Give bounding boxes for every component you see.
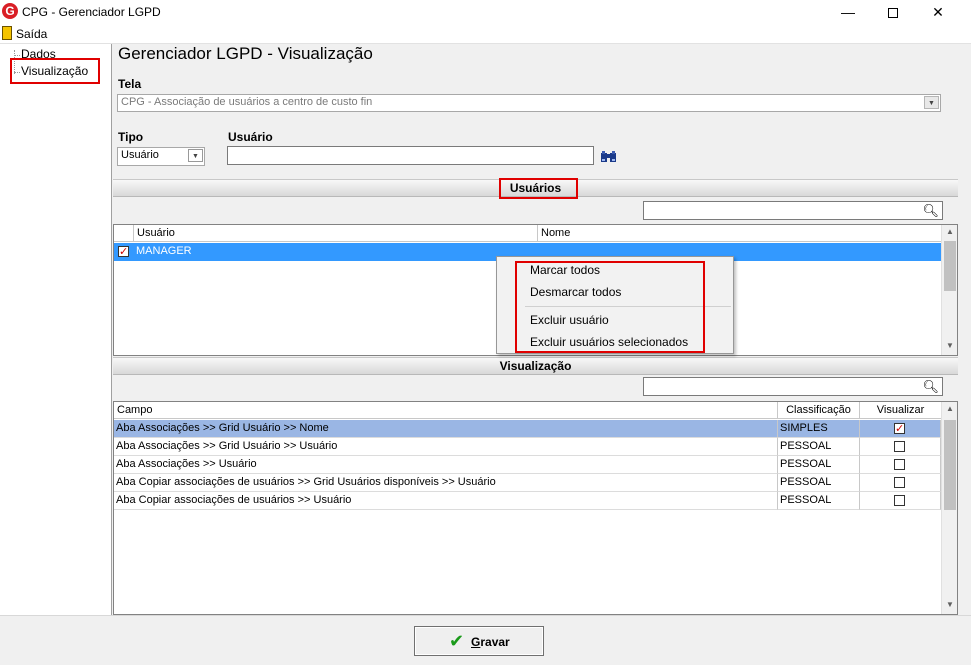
save-accelerator: G bbox=[471, 635, 481, 649]
cell-classificacao: PESSOAL bbox=[778, 438, 860, 456]
maximize-icon bbox=[888, 8, 898, 19]
users-search-input[interactable]: 🔍︎ bbox=[643, 201, 943, 220]
view-col-visualizar[interactable]: Visualizar bbox=[860, 402, 941, 419]
cell-usuario: MANAGER bbox=[134, 243, 538, 261]
tipo-select[interactable]: Usuário ▼ bbox=[117, 147, 205, 166]
users-col-nome[interactable]: Nome bbox=[538, 225, 941, 242]
view-section-title: Visualização bbox=[499, 359, 572, 373]
users-scrollbar[interactable]: ▲ ▼ bbox=[941, 225, 957, 355]
cell-visualizar bbox=[860, 492, 941, 510]
annotation-highlight-box bbox=[515, 261, 705, 353]
exit-door-icon bbox=[2, 26, 12, 40]
users-col-usuario[interactable]: Usuário bbox=[134, 225, 538, 242]
tipo-select-value: Usuário bbox=[121, 149, 159, 161]
tela-label: Tela bbox=[118, 77, 142, 91]
cell-classificacao: SIMPLES bbox=[778, 420, 860, 438]
maximize-button[interactable] bbox=[870, 0, 916, 24]
row-check-cell bbox=[114, 243, 134, 261]
title-bar: G CPG - Gerenciador LGPD — ✕ bbox=[0, 0, 971, 24]
save-button[interactable]: ✔ Gravar bbox=[414, 626, 544, 656]
search-icon[interactable]: 🔍︎ bbox=[922, 379, 939, 395]
scroll-down-icon[interactable]: ▼ bbox=[942, 600, 958, 609]
page-title: Gerenciador LGPD - Visualização bbox=[118, 44, 373, 63]
search-icon[interactable]: 🔍︎ bbox=[922, 203, 939, 219]
scroll-down-icon[interactable]: ▼ bbox=[942, 341, 958, 350]
usuario-input[interactable] bbox=[227, 146, 594, 165]
cell-classificacao: PESSOAL bbox=[778, 474, 860, 492]
view-col-campo[interactable]: Campo bbox=[114, 402, 778, 419]
menu-bar: Saída bbox=[0, 24, 971, 44]
visualizar-checkbox[interactable] bbox=[894, 459, 905, 470]
visualizar-checkbox[interactable] bbox=[894, 495, 905, 506]
cell-campo: Aba Copiar associações de usuários >> Gr… bbox=[114, 474, 778, 492]
menu-exit[interactable]: Saída bbox=[16, 27, 47, 41]
tipo-label: Tipo bbox=[118, 130, 144, 144]
annotation-highlight-box bbox=[10, 58, 100, 84]
footer-divider bbox=[0, 615, 971, 616]
cell-classificacao: PESSOAL bbox=[778, 492, 860, 510]
checkmark-icon: ✔ bbox=[449, 631, 465, 651]
annotation-highlight-box bbox=[499, 178, 578, 199]
minimize-button[interactable]: — bbox=[825, 0, 871, 24]
usuario-label: Usuário bbox=[228, 130, 273, 144]
view-scrollbar[interactable]: ▲ ▼ bbox=[941, 402, 957, 614]
chevron-down-icon[interactable]: ▼ bbox=[924, 96, 939, 109]
scroll-up-icon[interactable]: ▲ bbox=[942, 404, 958, 413]
table-row[interactable]: Aba Associações >> Usuário PESSOAL bbox=[114, 456, 941, 474]
cell-visualizar bbox=[860, 420, 941, 438]
view-col-classificacao[interactable]: Classificação bbox=[778, 402, 860, 419]
save-label-rest: ravar bbox=[480, 635, 510, 649]
row-checkbox[interactable] bbox=[118, 244, 129, 260]
users-col-check bbox=[114, 225, 134, 242]
visualizar-checkbox[interactable] bbox=[894, 477, 905, 488]
cell-campo: Aba Associações >> Grid Usuário >> Nome bbox=[114, 420, 778, 438]
app-logo-icon: G bbox=[2, 3, 18, 19]
binoculars-search-icon[interactable] bbox=[600, 149, 618, 165]
tree-connector bbox=[14, 55, 20, 56]
view-section-header: Visualização bbox=[113, 357, 958, 375]
scroll-thumb[interactable] bbox=[944, 420, 956, 510]
tela-select-value: CPG - Associação de usuários a centro de… bbox=[121, 96, 373, 108]
visualizar-checkbox[interactable] bbox=[894, 421, 905, 437]
table-row[interactable]: Aba Copiar associações de usuários >> Us… bbox=[114, 492, 941, 510]
table-row[interactable]: Aba Associações >> Grid Usuário >> Nome … bbox=[114, 420, 941, 438]
view-grid-header: Campo Classificação Visualizar bbox=[114, 402, 941, 419]
visualizar-checkbox[interactable] bbox=[894, 441, 905, 452]
chevron-down-icon[interactable]: ▼ bbox=[188, 149, 203, 162]
close-button[interactable]: ✕ bbox=[915, 0, 961, 24]
cell-campo: Aba Copiar associações de usuários >> Us… bbox=[114, 492, 778, 510]
save-button-label: Gravar bbox=[471, 635, 510, 649]
users-grid-header: Usuário Nome bbox=[114, 225, 941, 242]
cell-campo: Aba Associações >> Usuário bbox=[114, 456, 778, 474]
cell-visualizar bbox=[860, 438, 941, 456]
tela-select[interactable]: CPG - Associação de usuários a centro de… bbox=[117, 94, 941, 112]
view-grid: Campo Classificação Visualizar Aba Assoc… bbox=[113, 401, 958, 615]
scroll-up-icon[interactable]: ▲ bbox=[942, 227, 958, 236]
cell-visualizar bbox=[860, 474, 941, 492]
table-row[interactable]: Aba Associações >> Grid Usuário >> Usuár… bbox=[114, 438, 941, 456]
window-title: CPG - Gerenciador LGPD bbox=[22, 5, 161, 19]
scroll-thumb[interactable] bbox=[944, 241, 956, 291]
table-row[interactable]: Aba Copiar associações de usuários >> Gr… bbox=[114, 474, 941, 492]
cell-classificacao: PESSOAL bbox=[778, 456, 860, 474]
cell-campo: Aba Associações >> Grid Usuário >> Usuár… bbox=[114, 438, 778, 456]
cell-visualizar bbox=[860, 456, 941, 474]
navigation-tree: Dados Visualização bbox=[0, 44, 112, 615]
view-search-input[interactable]: 🔍︎ bbox=[643, 377, 943, 396]
